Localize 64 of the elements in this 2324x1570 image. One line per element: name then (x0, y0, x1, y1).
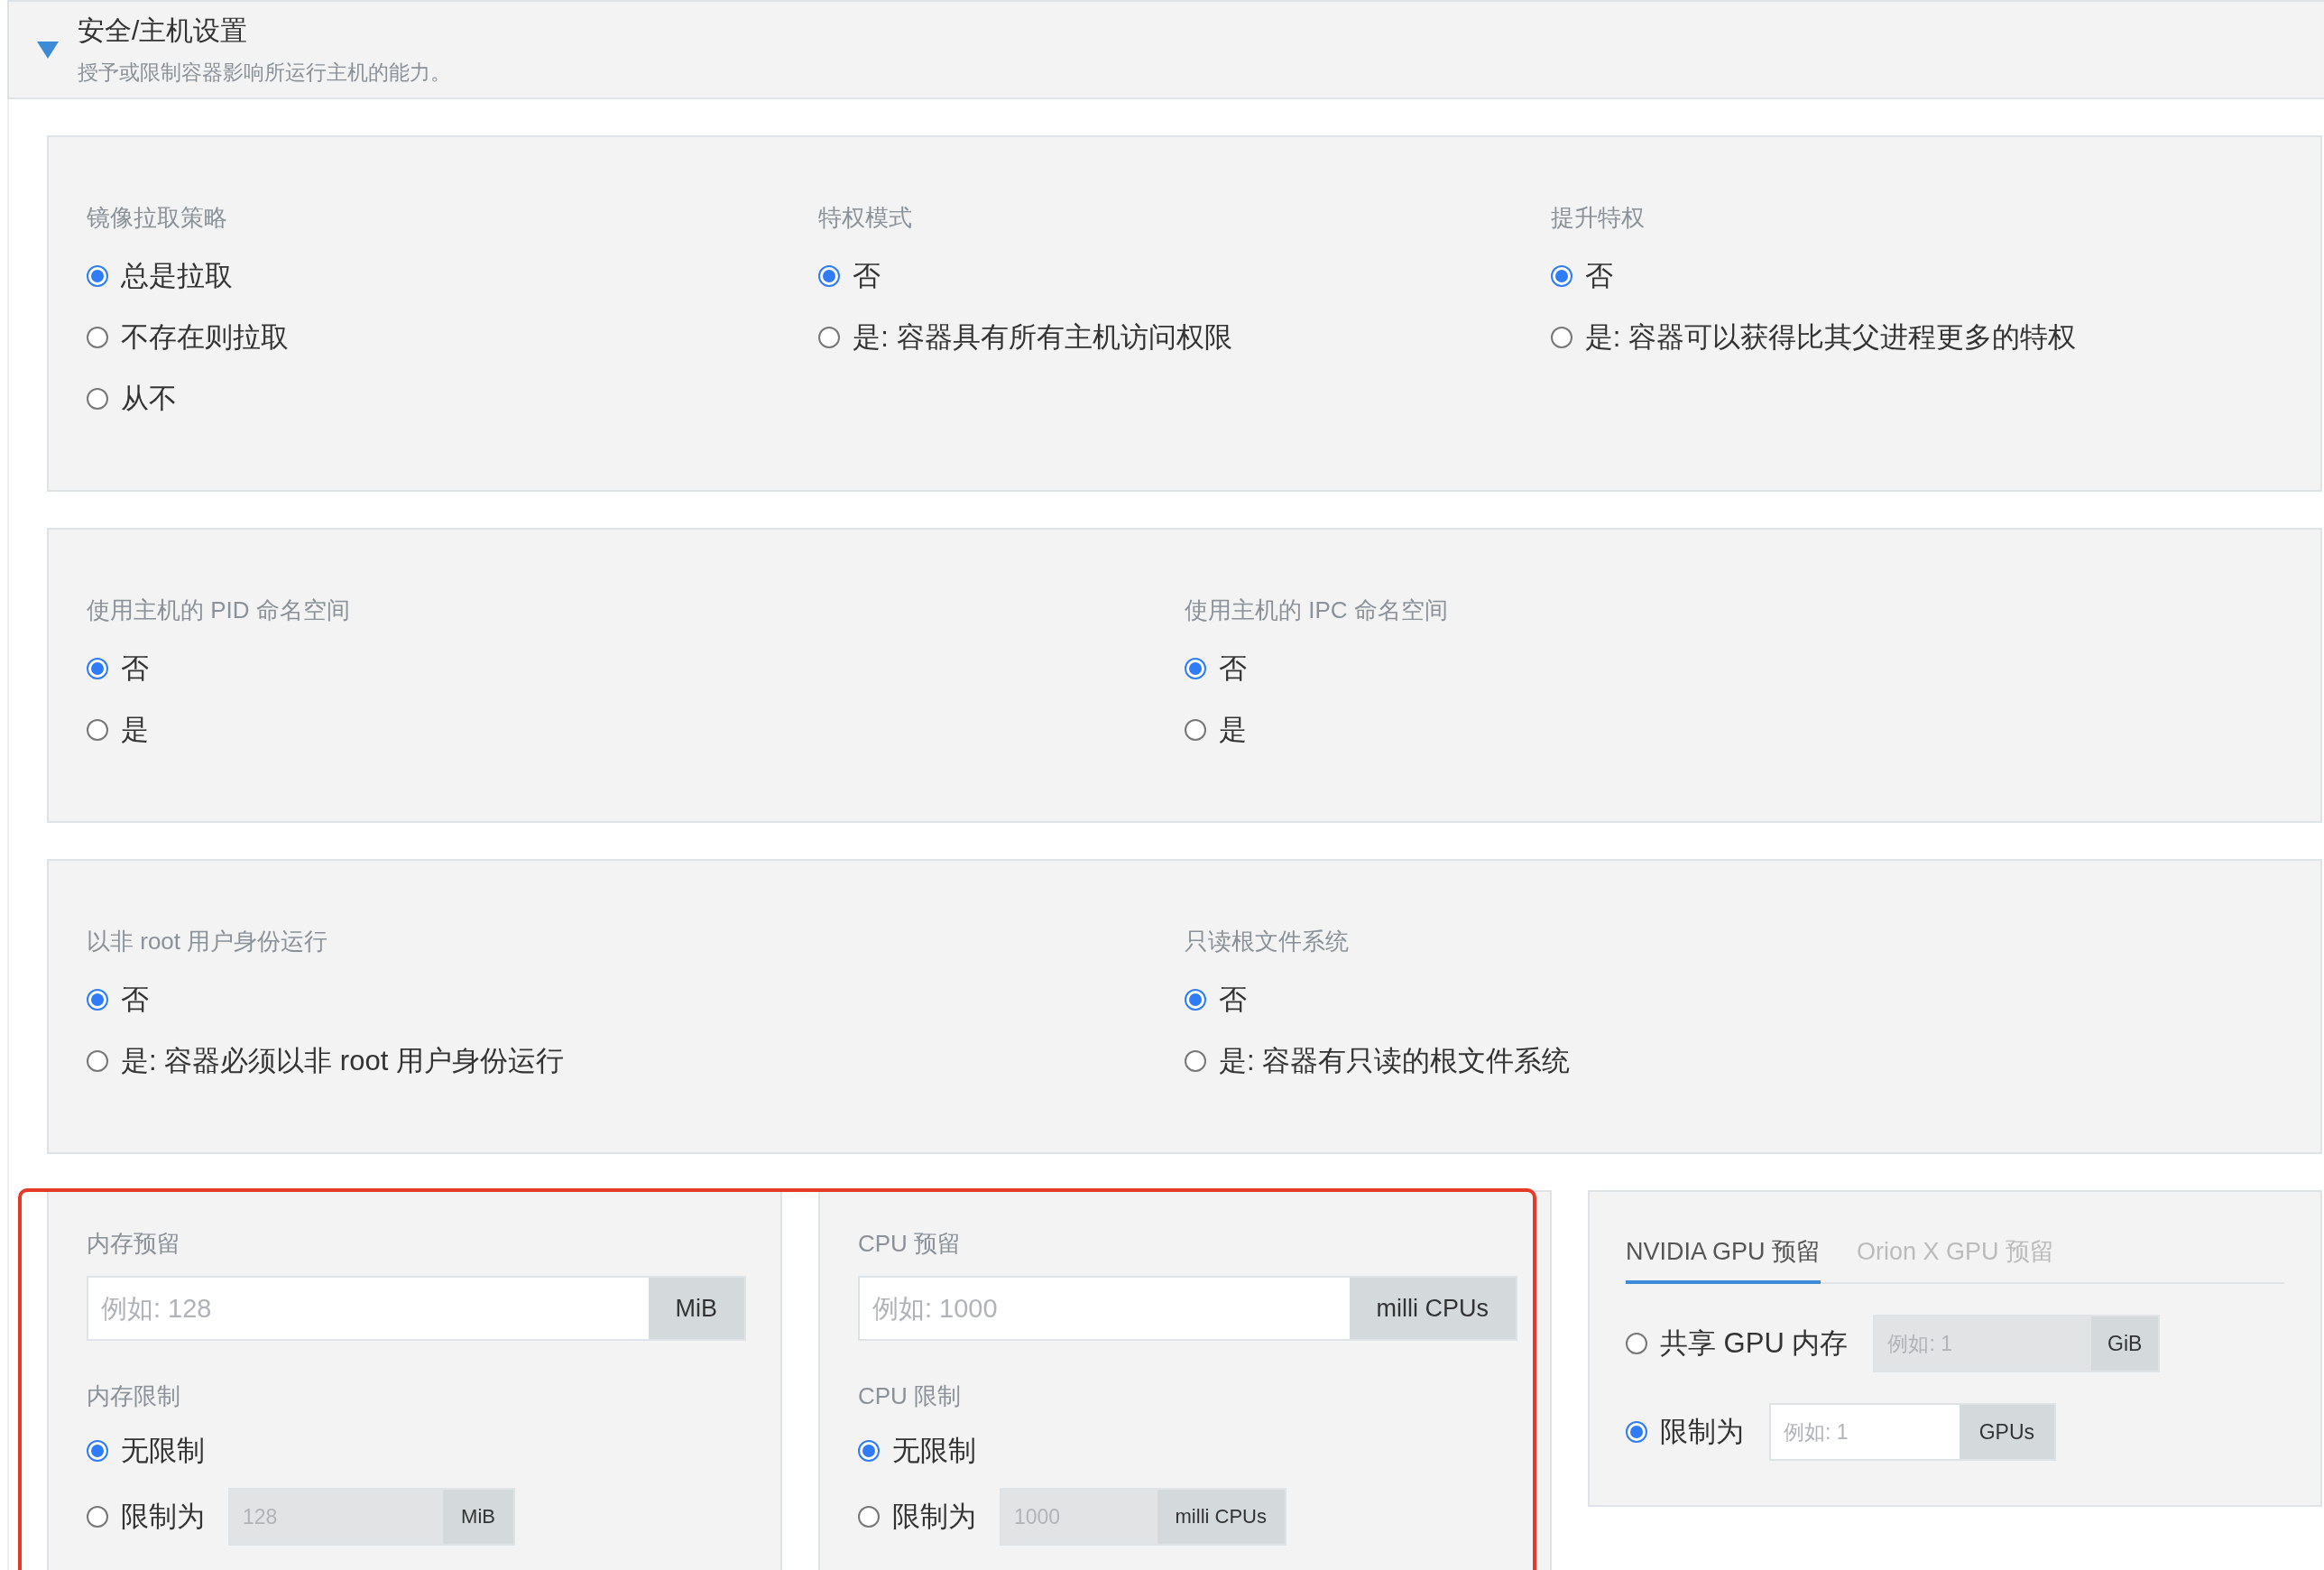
radio-button[interactable] (1550, 265, 1572, 287)
radio-button[interactable] (858, 1440, 880, 1462)
option-label: 共享 GPU 内存 (1660, 1326, 1849, 1361)
option-label: 限制为 (121, 1500, 205, 1534)
field-label: 内存限制 (87, 1381, 180, 1411)
field-label: CPU 限制 (858, 1381, 962, 1411)
option-label: 限制为 (892, 1500, 976, 1534)
option-label: 从不 (121, 382, 177, 416)
option-label: 是: 容器必须以非 root 用户身份运行 (121, 1044, 564, 1078)
field-label: 特权模式 (818, 203, 913, 233)
radio-button[interactable] (87, 989, 108, 1011)
unit-label: MiB (443, 1490, 513, 1544)
input-field[interactable]: 例如: 1 GPUs (1769, 1403, 2056, 1461)
field-label: 内存预留 (87, 1229, 180, 1259)
field-label: 以非 root 用户身份运行 (87, 927, 328, 956)
option-label: 无限制 (892, 1434, 976, 1468)
caret-down-icon[interactable] (36, 40, 60, 60)
option-label: 限制为 (1660, 1415, 1744, 1449)
option-label: 不存在则拉取 (121, 320, 289, 355)
radio-button[interactable] (87, 327, 108, 348)
option-label: 无限制 (121, 1434, 205, 1468)
unit-label: GPUs (1959, 1405, 2054, 1459)
radio-button[interactable] (1550, 327, 1572, 348)
radio-button[interactable] (1185, 1050, 1206, 1072)
radio-button[interactable] (87, 388, 108, 410)
option-label: 否 (121, 983, 149, 1017)
radio-button[interactable] (1626, 1421, 1647, 1443)
radio-button[interactable] (87, 1440, 108, 1462)
radio-button[interactable] (818, 265, 841, 287)
section-title: 安全/主机设置 (78, 14, 249, 47)
unit-label: milli CPUs (1157, 1490, 1285, 1544)
option-label: 否 (1219, 983, 1247, 1017)
option-label: 是: 容器可以获得比其父进程更多的特权 (1584, 320, 2076, 355)
option-label: 否 (1584, 259, 1613, 293)
unit-label: GiB (2091, 1316, 2159, 1371)
radio-button[interactable] (1185, 989, 1206, 1011)
field-label: 使用主机的 IPC 命名空间 (1185, 596, 1448, 625)
radio-button[interactable] (87, 1050, 108, 1072)
field-label: CPU 预留 (858, 1229, 962, 1259)
section-header[interactable]: 安全/主机设置 授予或限制容器影响所运行主机的能力。 (7, 0, 2324, 99)
field-label: 只读根文件系统 (1185, 927, 1349, 956)
option-label: 否 (1219, 651, 1247, 686)
unit-label: MiB (648, 1278, 744, 1339)
section-description: 授予或限制容器影响所运行主机的能力。 (78, 60, 451, 86)
radio-button[interactable] (87, 265, 108, 287)
field-label: 提升特权 (1550, 203, 1645, 233)
radio-button[interactable] (1185, 719, 1206, 741)
option-label: 总是拉取 (121, 259, 233, 293)
option-label: 否 (853, 259, 881, 293)
radio-button[interactable] (87, 658, 108, 679)
option-label: 是: 容器有只读的根文件系统 (1219, 1044, 1571, 1078)
radio-button[interactable] (87, 719, 108, 741)
tab[interactable]: NVIDIA GPU 预留 (1626, 1235, 1821, 1284)
option-label: 否 (121, 651, 149, 686)
option-label: 是 (121, 713, 149, 747)
radio-button[interactable] (1185, 658, 1206, 679)
input-field[interactable]: 例如: 128 MiB (87, 1276, 746, 1341)
radio-button[interactable] (818, 327, 841, 348)
field-label: 镜像拉取策略 (87, 203, 227, 233)
option-label: 是: 容器具有所有主机访问权限 (853, 320, 1232, 355)
option-label: 是 (1219, 713, 1247, 747)
field-label: 使用主机的 PID 命名空间 (87, 596, 350, 625)
unit-label: milli CPUs (1349, 1278, 1516, 1339)
input-field[interactable]: 例如: 1000 milli CPUs (858, 1276, 1517, 1341)
